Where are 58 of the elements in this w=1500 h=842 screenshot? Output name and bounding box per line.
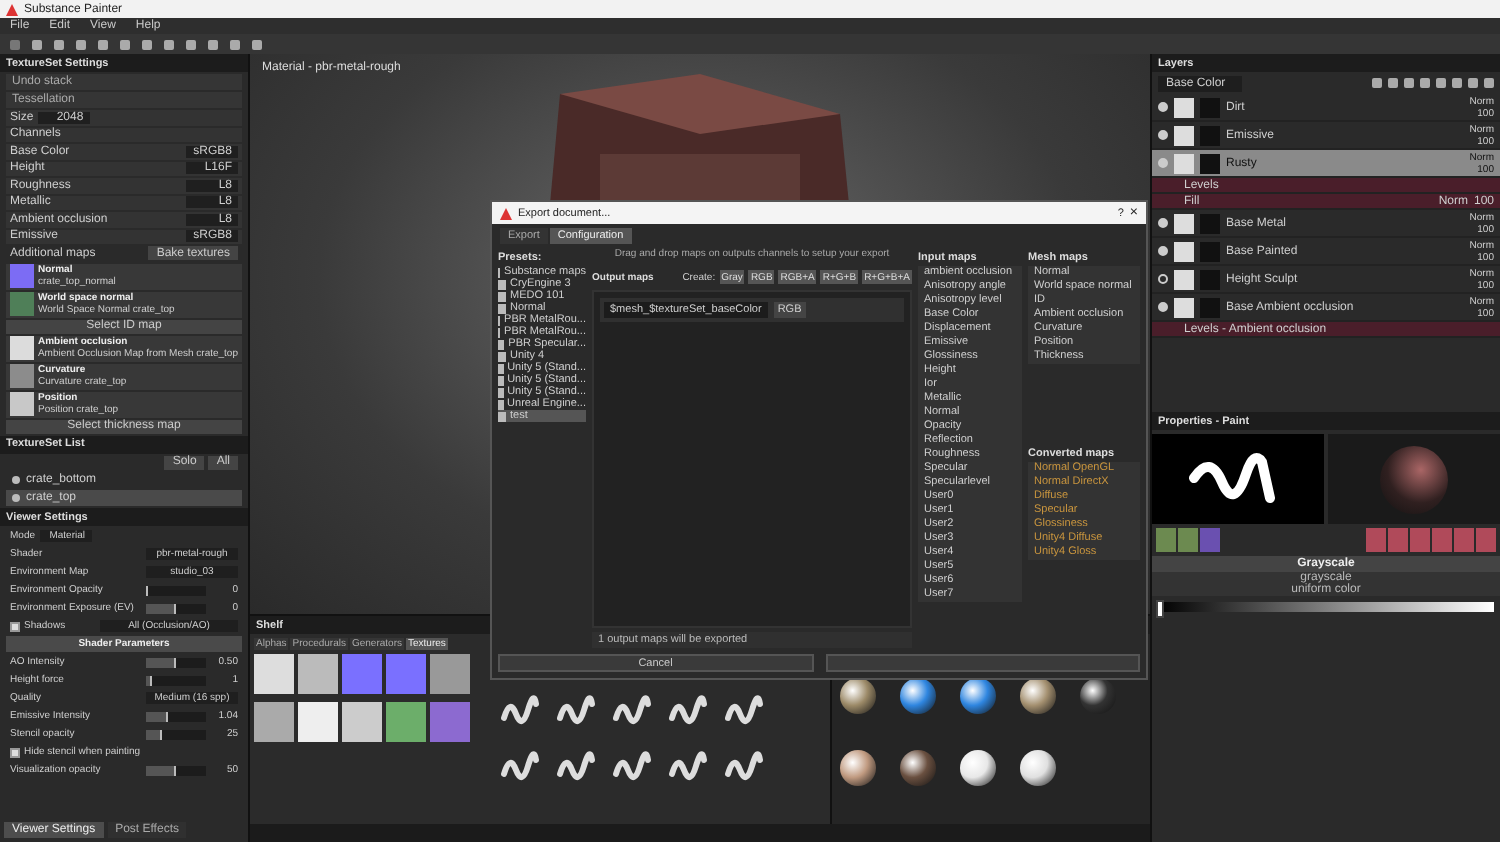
- slider-track[interactable]: [146, 729, 206, 739]
- texture-thumbnail[interactable]: [298, 654, 338, 694]
- texture-thumbnail[interactable]: [386, 702, 426, 742]
- slider-track[interactable]: [146, 711, 206, 721]
- slider-track[interactable]: [146, 765, 206, 775]
- material-sphere[interactable]: [960, 678, 996, 714]
- brush-thumbnail[interactable]: [722, 694, 766, 730]
- brush-thumbnail[interactable]: [554, 694, 598, 730]
- material-sphere[interactable]: [1020, 678, 1056, 714]
- material-sphere[interactable]: [900, 750, 936, 786]
- visibility-icon[interactable]: [1158, 246, 1168, 256]
- visibility-icon[interactable]: [1158, 218, 1168, 228]
- brush-thumbnail[interactable]: [498, 750, 542, 786]
- app-logo-icon: [500, 207, 512, 219]
- slider-track[interactable]: [146, 585, 206, 595]
- material-slot[interactable]: [1476, 528, 1496, 553]
- material-sphere[interactable]: [840, 750, 876, 786]
- visibility-icon[interactable]: [1158, 130, 1168, 140]
- material-sphere[interactable]: [840, 678, 876, 714]
- visibility-icon[interactable]: [12, 494, 20, 502]
- texture-thumbnail[interactable]: [430, 654, 470, 694]
- texture-thumbnail[interactable]: [342, 654, 382, 694]
- brush-thumbnail[interactable]: [610, 750, 654, 786]
- brush-thumbnail[interactable]: [666, 750, 710, 786]
- brush-slot[interactable]: [1178, 528, 1198, 553]
- brush-thumbnail[interactable]: [666, 694, 710, 730]
- texture-thumbnail[interactable]: [254, 654, 294, 694]
- material-slot[interactable]: [1410, 528, 1430, 553]
- texture-thumbnail[interactable]: [430, 702, 470, 742]
- brush-slot[interactable]: [1156, 528, 1176, 553]
- visibility-icon[interactable]: [12, 476, 20, 484]
- slider-track[interactable]: [146, 657, 206, 667]
- slider-thumb[interactable]: [1156, 600, 1164, 619]
- material-slot[interactable]: [1432, 528, 1452, 553]
- visibility-icon[interactable]: [1158, 102, 1168, 112]
- brush-thumbnail[interactable]: [610, 694, 654, 730]
- gradient-slider[interactable]: [1158, 602, 1494, 613]
- material-slot[interactable]: [1366, 528, 1386, 553]
- brush-thumbnail[interactable]: [722, 750, 766, 786]
- slider-track[interactable]: [146, 603, 206, 613]
- material-sphere[interactable]: [960, 750, 996, 786]
- material-slot[interactable]: [1454, 528, 1474, 553]
- texture-thumbnail[interactable]: [298, 702, 338, 742]
- visibility-icon[interactable]: [1158, 274, 1168, 284]
- material-sphere[interactable]: [900, 678, 936, 714]
- brush-thumbnail[interactable]: [554, 750, 598, 786]
- brush-thumbnail[interactable]: [498, 694, 542, 730]
- visibility-icon[interactable]: [1158, 302, 1168, 312]
- checkbox[interactable]: [10, 621, 20, 631]
- slider-track[interactable]: [146, 675, 206, 685]
- material-sphere[interactable]: [1020, 750, 1056, 786]
- texture-thumbnail[interactable]: [254, 702, 294, 742]
- material-slot[interactable]: [1388, 528, 1408, 553]
- material-sphere: [1380, 445, 1448, 514]
- material-sphere[interactable]: [1080, 678, 1116, 714]
- texture-thumbnail[interactable]: [386, 654, 426, 694]
- checkbox[interactable]: [10, 747, 20, 757]
- texture-thumbnail[interactable]: [342, 702, 382, 742]
